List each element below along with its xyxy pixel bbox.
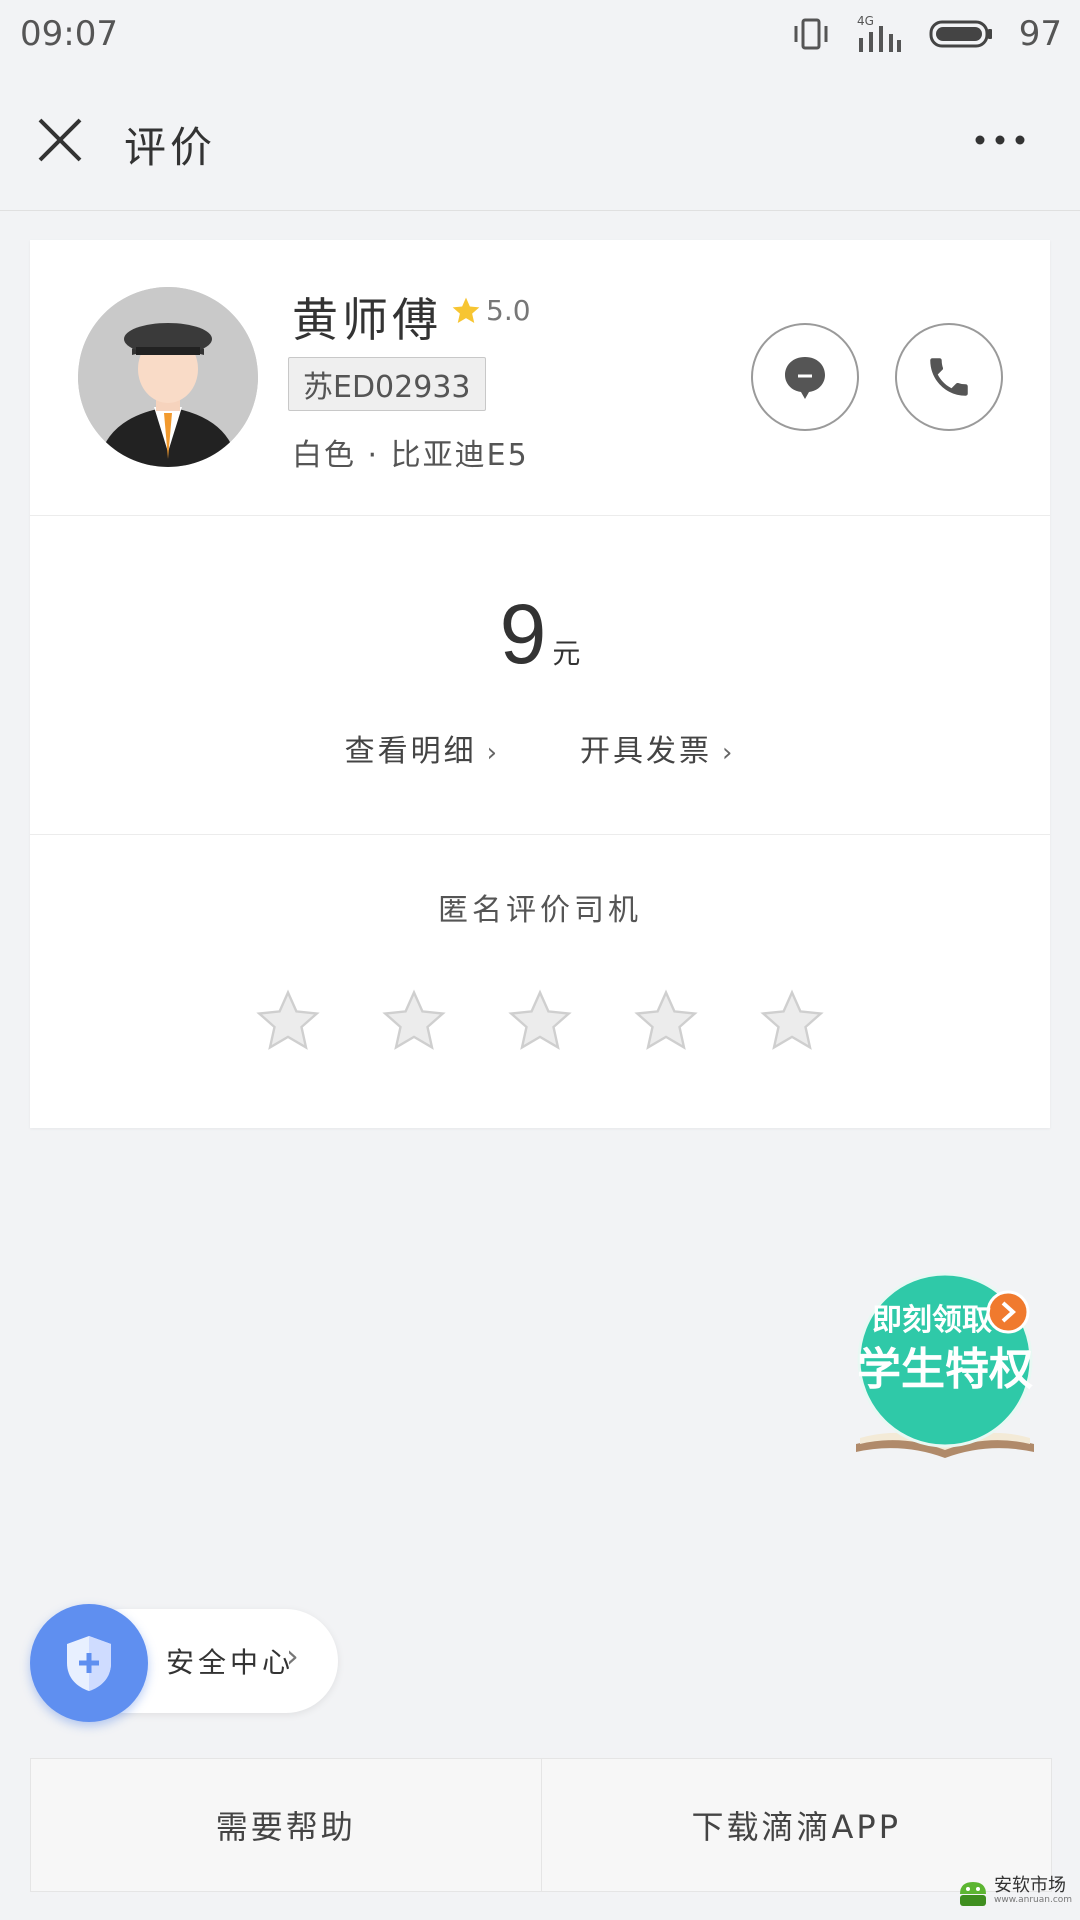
promo-book-icon: 即刻领取 学生特权	[856, 1272, 1034, 1458]
close-button[interactable]	[30, 110, 90, 170]
watermark-text: 安软市场 www.anruan.com	[994, 1875, 1073, 1906]
chevron-right-icon: ›	[286, 1637, 299, 1675]
driver-name: 黄师傅	[292, 293, 442, 347]
more-dots-icon	[975, 135, 1025, 145]
battery-level: 97	[1018, 14, 1062, 54]
shield-plus-icon	[67, 1636, 111, 1691]
bottom-action-bar: 需要帮助 下载滴滴APP	[30, 1758, 1052, 1892]
chat-bubble-icon	[785, 357, 825, 399]
status-icons: 4G 97	[791, 12, 1062, 56]
watermark-url: www.anruan.com	[994, 1895, 1073, 1905]
signal-4g-icon: 4G	[857, 14, 901, 52]
safety-center-label: 安全中心	[166, 1646, 295, 1679]
driver-avatar	[78, 287, 258, 467]
fare-unit: 元	[552, 637, 581, 670]
fare-section: 9元 查看明细 › 开具发票 ›	[30, 516, 1050, 835]
rating-star-1[interactable]	[252, 985, 324, 1057]
status-time: 09:07	[20, 14, 118, 54]
rating-star-icon	[452, 297, 480, 323]
safety-center-button[interactable]: 安全中心 ›	[30, 1604, 338, 1722]
license-plate: 苏ED02933	[288, 357, 486, 411]
watermark-logo: 安软市场 www.anruan.com	[956, 1868, 1074, 1914]
safety-shield-badge	[30, 1604, 148, 1722]
vibrate-icon	[794, 18, 828, 50]
star-rating-input	[30, 985, 1050, 1057]
battery-icon	[929, 20, 992, 48]
promo-line2: 学生特权	[857, 1344, 1033, 1395]
call-driver-button[interactable]	[895, 323, 1003, 431]
view-details-label: 查看明细	[344, 734, 477, 769]
watermark-name: 安软市场	[994, 1875, 1066, 1896]
view-details-link[interactable]: 查看明细 ›	[345, 726, 500, 770]
page-title: 评价	[124, 123, 217, 172]
driver-rating: 5.0	[450, 294, 531, 327]
trip-card: 黄师傅 5.0 苏ED02933 白色 · 比亚迪E5 9元 查看明细 › 开具…	[30, 240, 1050, 1128]
status-bar: 09:07 4G 97	[0, 0, 1080, 70]
driver-info: 黄师傅 5.0 苏ED02933 白色 · 比亚迪E5	[30, 240, 1050, 516]
rate-driver-section: 匿名评价司机	[30, 835, 1050, 1128]
more-menu-button[interactable]	[970, 128, 1030, 152]
promo-line1: 即刻领取	[872, 1303, 992, 1338]
chevron-right-icon: ›	[486, 738, 500, 768]
phone-icon	[930, 358, 968, 396]
rating-star-5[interactable]	[756, 985, 828, 1057]
network-type-label: 4G	[857, 14, 874, 28]
fare-links: 查看明细 › 开具发票 ›	[30, 726, 1050, 770]
top-nav: 评价	[0, 70, 1080, 211]
rating-star-3[interactable]	[504, 985, 576, 1057]
rate-driver-title: 匿名评价司机	[438, 893, 642, 928]
rating-star-4[interactable]	[630, 985, 702, 1057]
issue-invoice-link[interactable]: 开具发票 ›	[580, 726, 735, 770]
message-driver-button[interactable]	[751, 323, 859, 431]
rating-value: 5.0	[486, 294, 531, 327]
chevron-right-icon: ›	[722, 738, 736, 768]
need-help-button[interactable]: 需要帮助	[31, 1759, 541, 1891]
rating-star-2[interactable]	[378, 985, 450, 1057]
close-icon	[38, 118, 82, 162]
driver-avatar-icon	[78, 287, 258, 467]
car-description: 白色 · 比亚迪E5	[292, 438, 529, 473]
android-logo-icon	[960, 1882, 986, 1906]
student-promo-badge[interactable]: 即刻领取 学生特权	[852, 1272, 1038, 1462]
fare-value: 9	[499, 587, 547, 681]
fare-amount: 9元	[30, 586, 1050, 683]
issue-invoice-label: 开具发票	[580, 734, 712, 769]
